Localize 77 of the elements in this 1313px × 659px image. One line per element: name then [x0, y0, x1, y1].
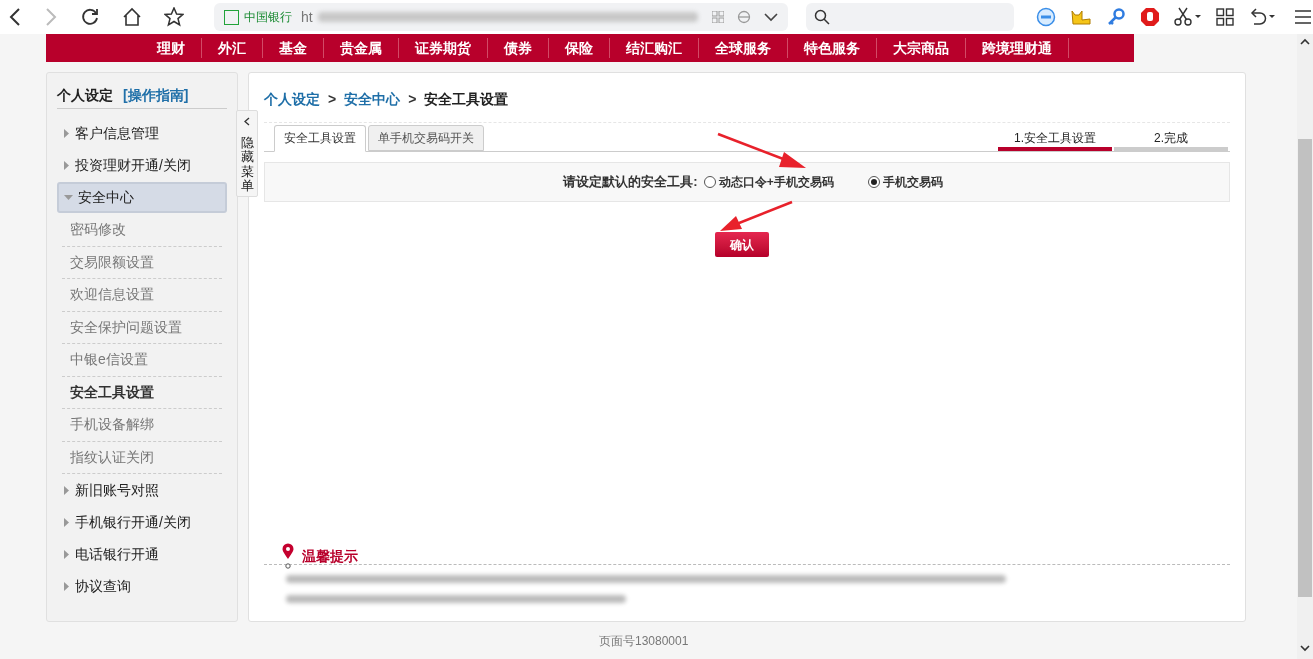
- triangle-right-icon: [64, 161, 70, 170]
- breadcrumb-separator: >: [328, 90, 337, 109]
- nav-item[interactable]: 特色服务: [788, 38, 877, 58]
- url-text: ht: [301, 7, 313, 27]
- tab[interactable]: 单手机交易码开关: [368, 125, 484, 151]
- home-icon[interactable]: [122, 7, 142, 27]
- nav-item[interactable]: 大宗商品: [877, 38, 966, 58]
- scroll-up-icon[interactable]: [1300, 38, 1310, 45]
- submenu-item[interactable]: 密码修改: [70, 219, 126, 241]
- tiles-icon[interactable]: [1216, 8, 1234, 26]
- triangle-right-icon: [64, 486, 70, 495]
- triangle-right-icon: [64, 129, 70, 138]
- submenu-item[interactable]: 安全保护问题设置: [70, 316, 182, 338]
- hide-menu-tab[interactable]: 隐藏菜单: [236, 110, 258, 197]
- page-number: 页面号13080001: [599, 633, 689, 650]
- breadcrumb-separator: >: [408, 90, 417, 109]
- radio-button[interactable]: [703, 176, 716, 188]
- scroll-down-icon[interactable]: [1300, 645, 1310, 652]
- undo-icon[interactable]: [1248, 7, 1276, 27]
- scissors-icon[interactable]: [1174, 7, 1202, 27]
- confirm-button[interactable]: 确认: [715, 232, 769, 257]
- step-indicator: 2.完成: [1114, 129, 1228, 151]
- dropdown-icon[interactable]: [764, 12, 778, 22]
- nav-item[interactable]: 结汇购汇: [610, 38, 699, 58]
- triangle-down-icon: [64, 194, 73, 201]
- triangle-right-icon: [64, 582, 70, 591]
- sidebar-item[interactable]: 电话银行开通: [57, 539, 227, 570]
- breadcrumb-item[interactable]: 安全中心: [344, 89, 401, 110]
- nav-item[interactable]: 外汇: [202, 38, 263, 58]
- minus-circle-icon[interactable]: [1036, 7, 1056, 27]
- triangle-right-icon: [64, 550, 70, 559]
- star-icon[interactable]: [164, 7, 184, 27]
- sidebar-item[interactable]: 手机银行开通/关闭: [57, 507, 227, 538]
- submenu-item[interactable]: 手机设备解绑: [70, 414, 154, 436]
- sidebar-title: 个人设定: [57, 86, 113, 105]
- submenu-item[interactable]: 指纹认证关闭: [70, 446, 154, 468]
- search-icon: [814, 9, 830, 25]
- key-icon[interactable]: [1106, 7, 1126, 27]
- menu-icon[interactable]: [1294, 9, 1312, 25]
- nav-item[interactable]: 债券: [488, 38, 549, 58]
- submenu-item[interactable]: 安全工具设置: [70, 381, 154, 403]
- guide-link[interactable]: [操作指南]: [123, 85, 189, 106]
- nav-item[interactable]: 全球服务: [699, 38, 788, 58]
- scrollbar[interactable]: [1297, 34, 1313, 659]
- nav-item[interactable]: 理财: [141, 38, 202, 58]
- ie-icon[interactable]: [737, 10, 751, 24]
- reload-icon[interactable]: [80, 7, 100, 27]
- triangle-right-icon: [64, 518, 70, 527]
- radio-option[interactable]: 手机交易码: [867, 173, 943, 191]
- nav-item[interactable]: 证券期货: [399, 38, 488, 58]
- form-label: 请设定默认的安全工具:: [563, 173, 698, 192]
- nav-item[interactable]: 跨境理财通: [966, 38, 1069, 58]
- sidebar-item[interactable]: 安全中心: [57, 182, 227, 213]
- sidebar-item[interactable]: 协议查询: [57, 571, 227, 602]
- chevron-left-icon: [244, 117, 250, 126]
- sidebar-item[interactable]: 客户信息管理: [57, 118, 227, 149]
- search-field[interactable]: [806, 3, 1014, 31]
- location-pin-icon: [282, 543, 294, 569]
- address-bar[interactable]: 中国银行 ht: [214, 3, 788, 31]
- sidebar-item[interactable]: 新旧账号对照: [57, 475, 227, 506]
- submenu-item[interactable]: 交易限额设置: [70, 251, 154, 273]
- sidebar-item[interactable]: 投资理财开通/关闭: [57, 150, 227, 181]
- breadcrumb-item[interactable]: 个人设定: [264, 89, 320, 110]
- submenu-item[interactable]: 欢迎信息设置: [70, 284, 154, 306]
- submenu-item[interactable]: 中银e信设置: [70, 349, 148, 371]
- back-icon[interactable]: [8, 8, 22, 26]
- nav-item[interactable]: 贵金属: [324, 38, 399, 58]
- site-label: 中国银行: [244, 9, 292, 26]
- radio-option[interactable]: 动态口令+手机交易码: [703, 173, 834, 191]
- nav-item[interactable]: 保险: [549, 38, 610, 58]
- step-indicator: 1.安全工具设置: [998, 129, 1112, 151]
- nav-item[interactable]: 基金: [263, 38, 324, 58]
- tab[interactable]: 安全工具设置: [274, 125, 366, 152]
- breadcrumb-item: 安全工具设置: [424, 90, 509, 109]
- radio-button[interactable]: [867, 176, 880, 188]
- scroll-thumb[interactable]: [1298, 139, 1312, 597]
- tips-title: 温馨提示: [302, 546, 358, 566]
